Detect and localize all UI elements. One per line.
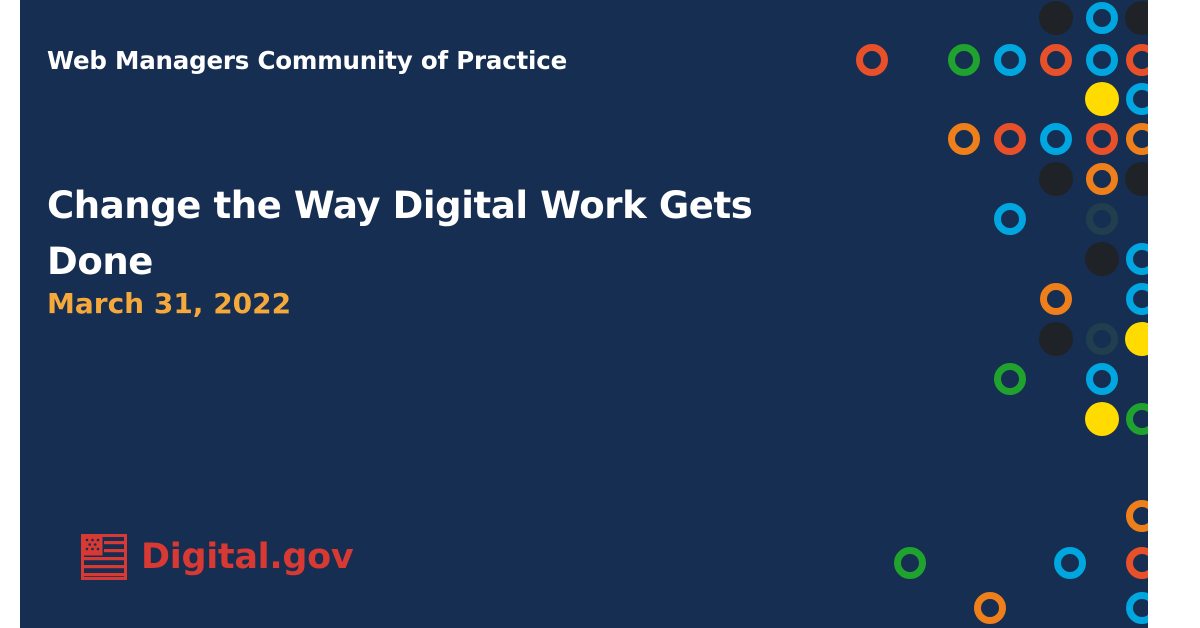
- ring-dot: [894, 547, 926, 579]
- solid-dot: [1125, 162, 1148, 196]
- ring-dot: [1086, 163, 1118, 195]
- ring-dot: [1040, 44, 1072, 76]
- ring-dot: [1126, 592, 1148, 624]
- ring-dot: [1054, 547, 1086, 579]
- ring-dot: [856, 44, 888, 76]
- ring-dot: [1086, 323, 1118, 355]
- ring-dot: [1126, 403, 1148, 435]
- solid-dot: [1125, 1, 1148, 35]
- ring-dot: [994, 44, 1026, 76]
- solid-dot: [1085, 82, 1119, 116]
- ring-dot: [994, 363, 1026, 395]
- solid-dot: [1039, 1, 1073, 35]
- ring-dot: [1126, 547, 1148, 579]
- solid-dot: [1085, 402, 1119, 436]
- ring-dot: [1086, 203, 1118, 235]
- ring-dot: [948, 44, 980, 76]
- decorative-dots: [856, 1, 1148, 624]
- ring-dot: [1086, 363, 1118, 395]
- ring-dot: [1126, 44, 1148, 76]
- solid-dot: [1125, 322, 1148, 356]
- ring-dot: [1126, 243, 1148, 275]
- ring-dot: [1126, 283, 1148, 315]
- solid-dot: [1039, 322, 1073, 356]
- ring-dot: [948, 123, 980, 155]
- ring-dot: [1126, 500, 1148, 532]
- slide-banner: Web Managers Community of Practice Chang…: [20, 0, 1148, 628]
- ring-dot: [994, 123, 1026, 155]
- ring-dot: [1086, 2, 1118, 34]
- ring-dot: [994, 203, 1026, 235]
- ring-dot: [1040, 123, 1072, 155]
- solid-dot: [1039, 162, 1073, 196]
- ring-dot: [1040, 283, 1072, 315]
- ring-dot: [1126, 123, 1148, 155]
- ring-dot: [1126, 83, 1148, 115]
- ring-dot: [1086, 44, 1118, 76]
- ring-dot: [1086, 123, 1118, 155]
- ring-dot: [974, 592, 1006, 624]
- solid-dot: [1085, 242, 1119, 276]
